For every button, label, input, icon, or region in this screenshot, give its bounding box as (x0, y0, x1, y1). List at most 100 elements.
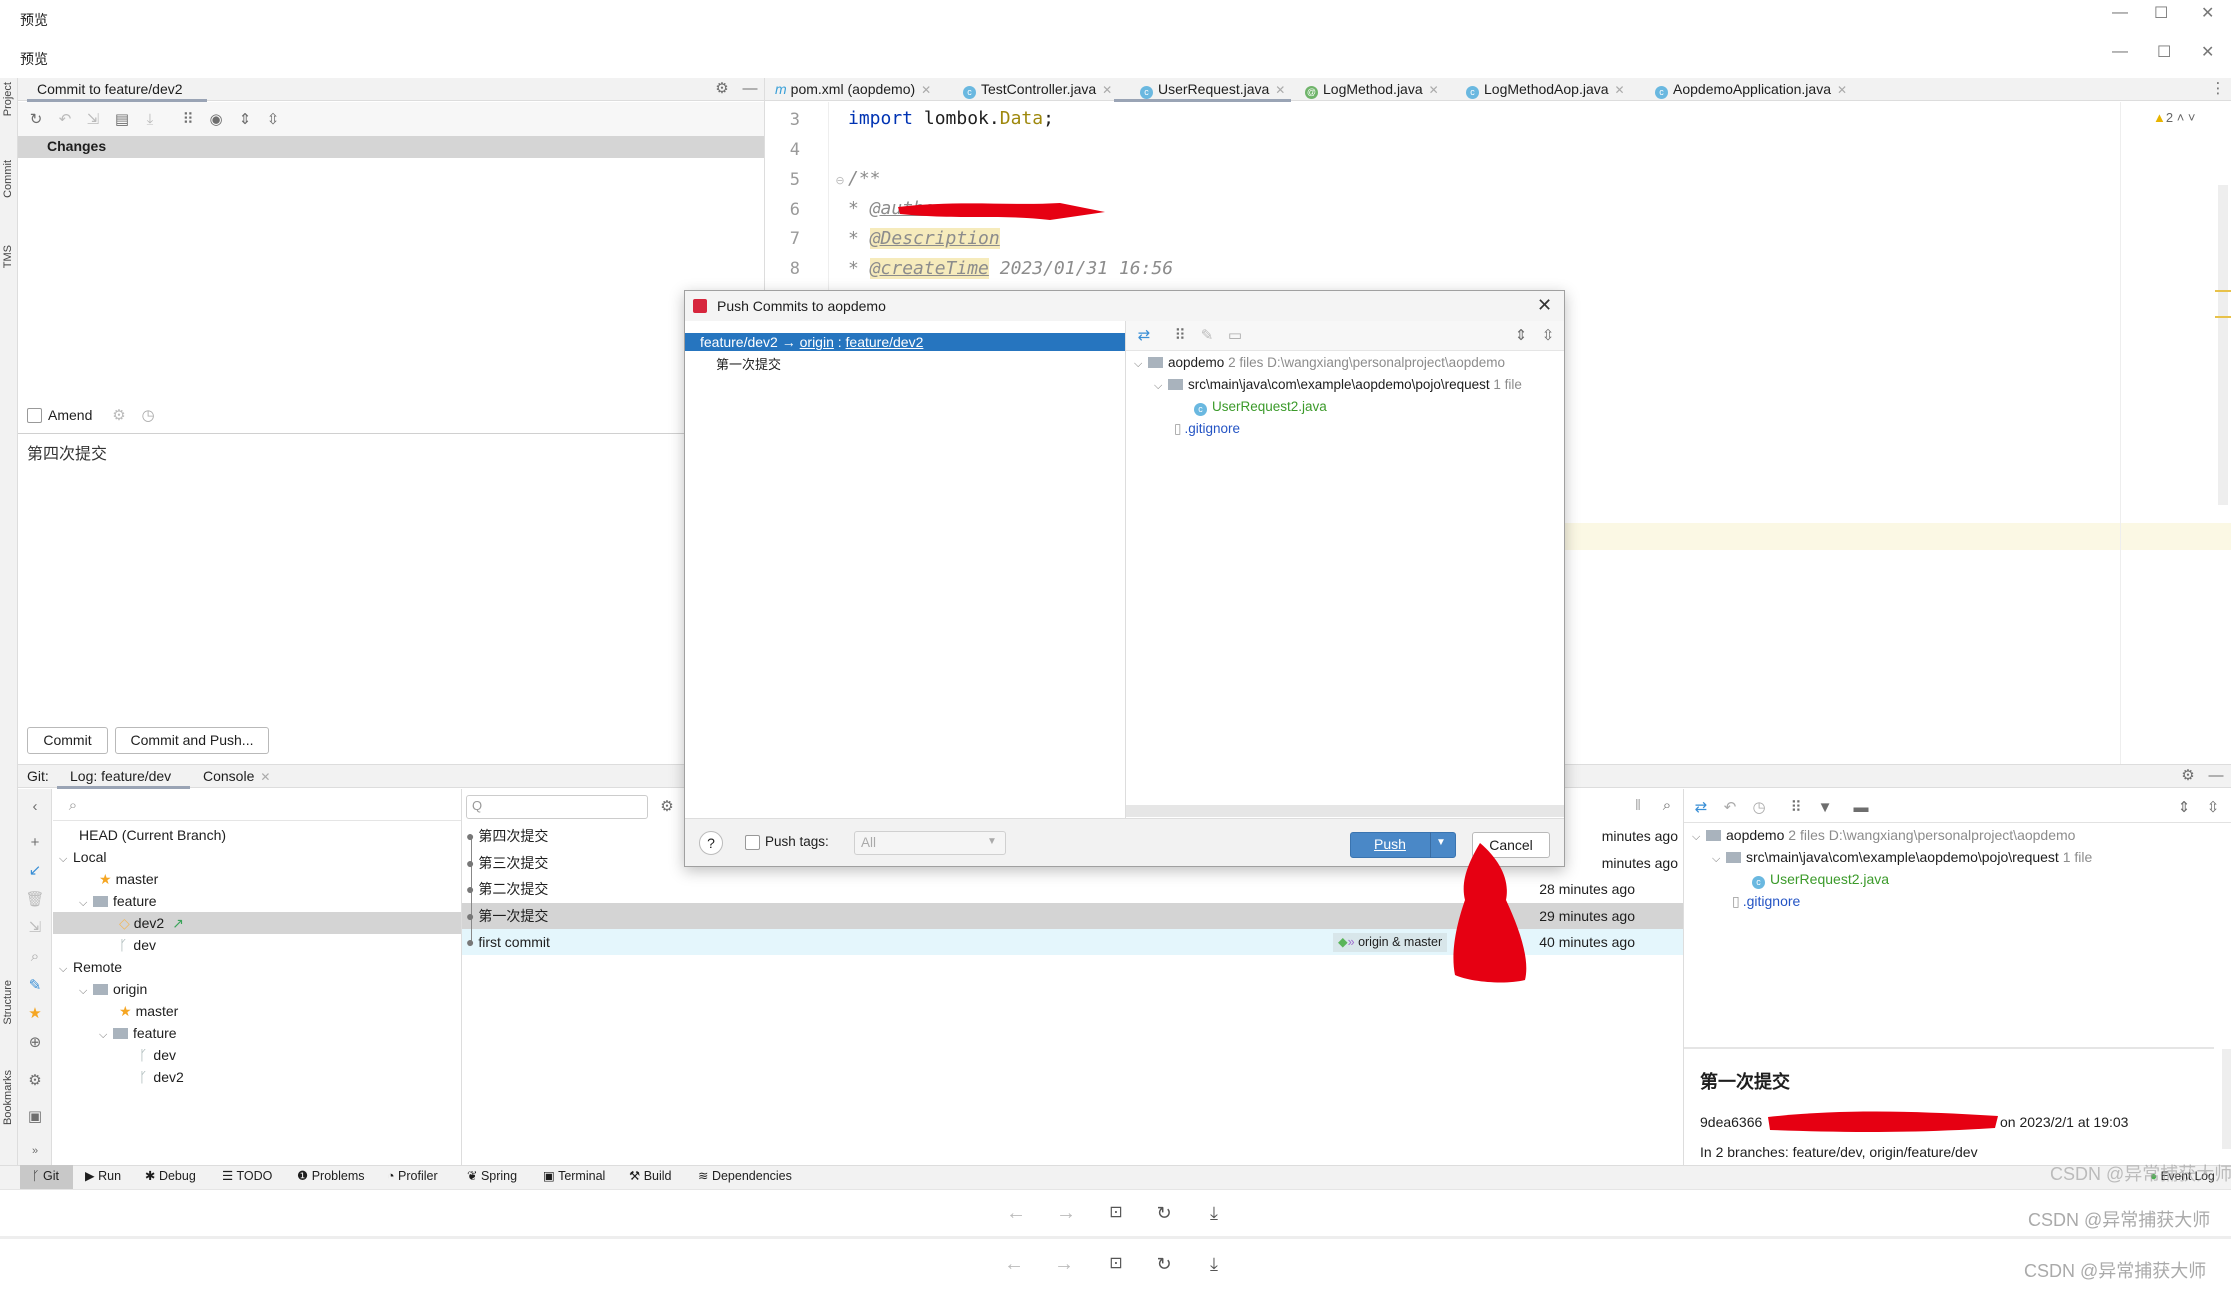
tool-problems[interactable]: ❶ Problems (297, 1165, 364, 1188)
tool-debug[interactable]: ✱ Debug (145, 1165, 196, 1188)
commit-row[interactable]: ● 第四次提交 (466, 823, 548, 849)
shelve-icon[interactable]: ⤓ (140, 111, 160, 129)
push-button[interactable]: Push (1350, 836, 1430, 852)
compare-icon[interactable]: ⇄ (1691, 799, 1711, 817)
gear-icon[interactable]: ⚙ (109, 407, 129, 425)
tool-dependencies[interactable]: ≋ Dependencies (698, 1165, 792, 1188)
branch-group-local[interactable]: ⌵ Local (59, 847, 106, 869)
tool-spring[interactable]: ❦ Spring (467, 1165, 517, 1188)
delete-icon[interactable]: 🗑 (25, 891, 45, 909)
commit-and-push-button[interactable]: Commit and Push... (115, 727, 269, 754)
layout-icon[interactable]: ▣ (25, 1108, 45, 1126)
selected-commit-row[interactable] (462, 903, 1683, 929)
fold-icon[interactable]: ⊖ (830, 172, 850, 190)
bookmarks-tool-button[interactable]: Bookmarks (2, 1070, 14, 1125)
filter-icon[interactable]: ▼ (1815, 799, 1835, 817)
close-tab-icon[interactable]: ✕ (1837, 83, 1847, 97)
tab-console[interactable]: Console ✕ (203, 768, 270, 784)
splitter[interactable] (461, 789, 462, 1165)
tab-logmethodaop[interactable]: c LogMethodAop.java ✕ (1466, 78, 1625, 101)
details-file[interactable]: c UserRequest2.java (1752, 869, 1889, 889)
close-tab-icon[interactable]: ✕ (921, 83, 931, 97)
expand-all-icon[interactable]: ⇕ (2174, 799, 2194, 817)
code-line[interactable]: import lombok.Data; (848, 108, 1054, 129)
details-scrollbar[interactable] (2222, 1049, 2231, 1149)
selected-branch-row[interactable] (53, 912, 461, 934)
collapse-all-icon[interactable]: ⇳ (263, 111, 283, 129)
code-line[interactable]: * @author (848, 198, 946, 219)
push-target[interactable]: feature/dev2 → origin : feature/dev2 (700, 333, 923, 351)
group-by-icon[interactable]: ⠿ (1170, 327, 1190, 345)
rotate-icon[interactable]: ↻ (1154, 1255, 1174, 1273)
tool-run[interactable]: ▶ Run (85, 1165, 121, 1188)
actual-size-icon[interactable]: ⊡ (1106, 1255, 1126, 1273)
gear-icon[interactable]: ⚙ (25, 1072, 45, 1090)
tool-build[interactable]: ⚒ Build (629, 1165, 671, 1188)
group-by-icon[interactable]: ⠿ (1786, 799, 1806, 817)
tool-git[interactable]: ᚴ Git (32, 1165, 59, 1188)
history-icon[interactable]: ◷ (1749, 799, 1769, 817)
horizontal-scrollbar[interactable] (1126, 805, 1564, 817)
remote-link[interactable]: origin (800, 334, 834, 350)
tab-testcontroller[interactable]: c TestController.java ✕ (963, 78, 1112, 101)
commit-button[interactable]: Commit (27, 727, 108, 754)
previous-icon[interactable]: ← (1004, 1254, 1024, 1274)
minimize-icon[interactable]: — (2112, 43, 2128, 61)
previous-icon[interactable]: ← (1006, 1203, 1026, 1223)
commit-message-input[interactable]: 第四次提交 (27, 440, 107, 464)
branch-local-master[interactable]: ★ master (99, 869, 158, 889)
expand-all-icon[interactable]: ⇕ (235, 111, 255, 129)
branch-origin-dev2[interactable]: ᚴ dev2 (139, 1067, 184, 1087)
warnings-indicator[interactable]: ▲2 ˄ ˅ (2153, 110, 2196, 125)
code-line[interactable]: * @Description (848, 228, 1000, 249)
branch-origin-master[interactable]: ★ master (119, 1001, 178, 1021)
rollback-icon[interactable]: ↶ (55, 111, 75, 129)
changes-row[interactable] (18, 136, 764, 158)
close-icon[interactable]: ✕ (2201, 42, 2214, 62)
tool-terminal[interactable]: ▣ Terminal (543, 1165, 605, 1188)
close-tab-icon[interactable]: ✕ (1615, 83, 1625, 97)
branch-search-input[interactable] (53, 789, 461, 821)
hide-icon[interactable]: — (740, 80, 760, 98)
download-icon[interactable]: ⤓ (1204, 1255, 1224, 1273)
diff-icon[interactable]: ▤ (112, 111, 132, 129)
edit-icon[interactable]: ✎ (25, 977, 45, 995)
push-options-dropdown[interactable]: ▼ (1436, 837, 1446, 848)
branch-local-dev[interactable]: ᚴ dev (119, 935, 156, 955)
code-line[interactable]: /** (848, 168, 881, 189)
log-search-input[interactable] (466, 795, 648, 819)
close-tab-icon[interactable]: ✕ (1275, 83, 1285, 97)
warning-marker[interactable] (2215, 316, 2231, 318)
push-tags-select[interactable] (854, 831, 1006, 855)
merge-icon[interactable]: ⇲ (25, 919, 45, 937)
update-icon[interactable]: ↙ (25, 862, 45, 880)
commit-row[interactable]: ● first commit (466, 929, 550, 955)
locate-icon[interactable]: ⊕ (25, 1034, 45, 1052)
group-by-icon[interactable]: ⠿ (178, 111, 198, 129)
history-icon[interactable]: ◷ (138, 407, 158, 425)
code-line[interactable]: * @createTime 2023/01/31 16:56 (848, 258, 1173, 279)
amend-checkbox[interactable] (27, 408, 42, 423)
gear-icon[interactable]: ⚙ (2178, 767, 2198, 785)
splitter[interactable] (1125, 321, 1126, 818)
layout-icon[interactable]: ▭ (1225, 327, 1245, 345)
maximize-icon[interactable]: ☐ (2157, 42, 2171, 62)
tab-log[interactable]: Log: feature/dev (70, 768, 171, 784)
details-dir[interactable]: ⌵ src\main\java\com\example\aopdemo\pojo\… (1712, 847, 2092, 869)
download-icon[interactable]: ⤓ (1204, 1204, 1224, 1222)
commit-row[interactable]: ● 第一次提交 (466, 903, 548, 929)
branch-origin-dev[interactable]: ᚴ dev (139, 1045, 176, 1065)
view-options-icon[interactable]: ◉ (206, 111, 226, 129)
tab-aopdemoapplication[interactable]: c AopdemoApplication.java ✕ (1655, 78, 1847, 101)
tool-todo[interactable]: ☰ TODO (222, 1165, 272, 1188)
details-file[interactable]: ▯ .gitignore (1732, 891, 1800, 911)
push-tree-dir[interactable]: ⌵ src\main\java\com\example\aopdemo\pojo\… (1154, 375, 1562, 396)
more-icon[interactable]: » (25, 1142, 45, 1160)
star-icon[interactable]: ★ (25, 1005, 45, 1023)
next-icon[interactable]: → (1054, 1254, 1074, 1274)
close-tab-icon[interactable]: ✕ (1102, 83, 1112, 97)
collapse-all-icon[interactable]: ⇳ (2203, 799, 2223, 817)
push-tree-file[interactable]: ▯ .gitignore (1174, 419, 1240, 439)
highlighted-commit-row[interactable] (462, 929, 1683, 955)
next-icon[interactable]: → (1056, 1203, 1076, 1223)
